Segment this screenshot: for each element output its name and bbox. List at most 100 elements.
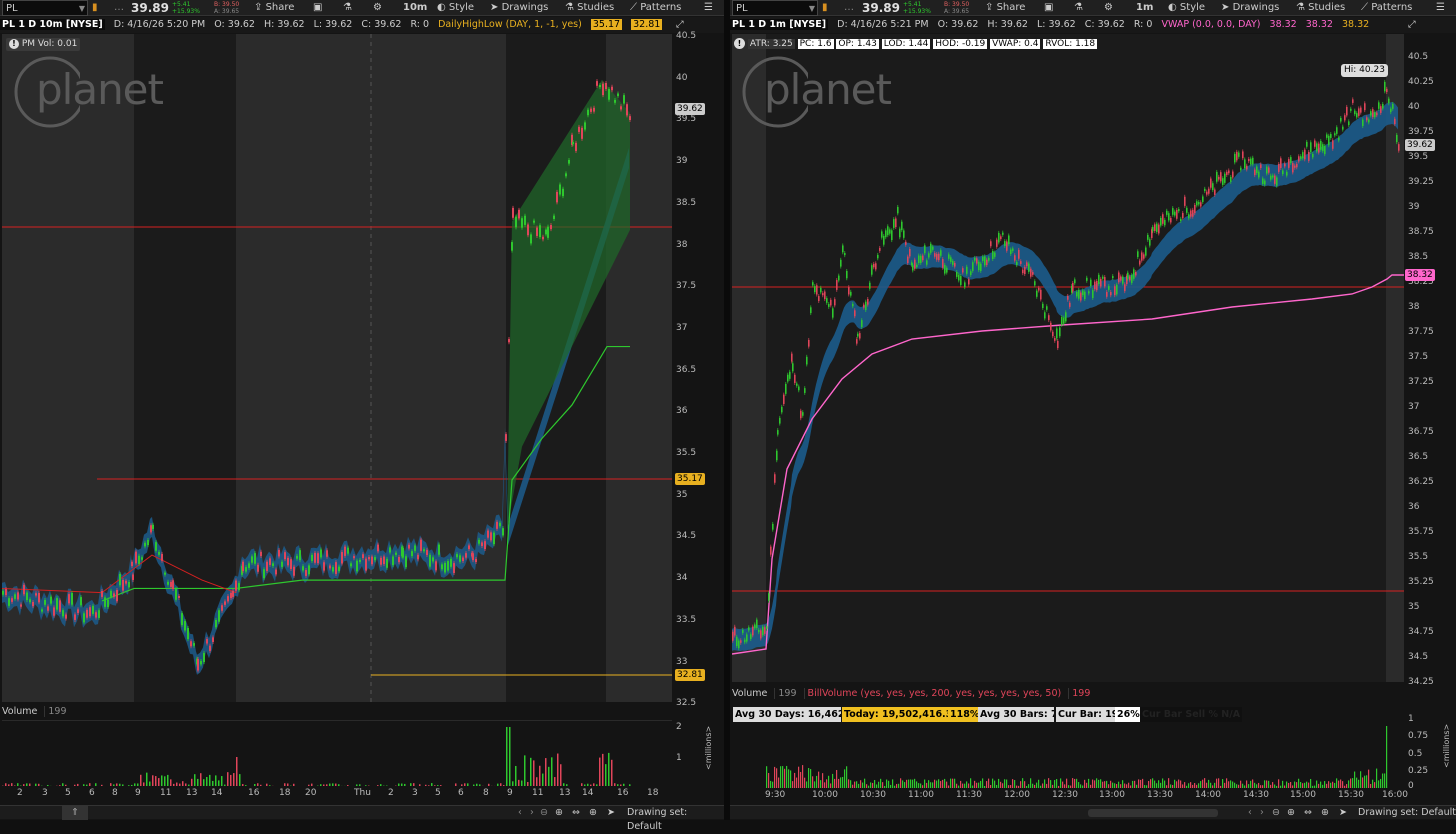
left-chart-title[interactable]: PL 1 D 10m [NYSE] <box>0 19 105 30</box>
right-drawings-button[interactable]: ➤ Drawings <box>1221 0 1279 16</box>
crosshair-icon[interactable]: ⊕ <box>1321 806 1329 820</box>
left-layout-icon[interactable]: ▣ <box>313 0 322 16</box>
volume-bar <box>1164 781 1165 788</box>
candle-body <box>887 226 889 235</box>
left-symbol-field[interactable]: PL ▼ <box>2 0 88 16</box>
right-studies-button[interactable]: ⚗ Studies <box>1296 0 1345 16</box>
link-icon[interactable]: ▮ <box>822 0 828 16</box>
candle-body <box>1326 134 1328 137</box>
left-time-axis[interactable]: 235689111314161820Thu2356891113141618 <box>2 788 672 802</box>
right-volume-study[interactable]: BillVolume (yes, yes, yes, 200, yes, yes… <box>804 688 1062 699</box>
right-volume-chart[interactable] <box>732 723 1404 788</box>
right-drawing-set[interactable]: Drawing set: Default <box>1358 806 1456 820</box>
volume-bar <box>1228 781 1229 788</box>
candle-body <box>1090 280 1092 287</box>
right-price-tick: 36.75 <box>1408 427 1434 437</box>
chevron-down-icon[interactable]: ▼ <box>79 1 85 17</box>
candle-body <box>920 256 922 263</box>
left-drawings-button[interactable]: ➤ Drawings <box>490 0 548 16</box>
pointer-icon[interactable]: ➤ <box>607 806 615 820</box>
left-menu-icon[interactable]: ☰ <box>704 0 713 16</box>
volume-bar <box>1256 784 1257 788</box>
right-volume-label[interactable]: Volume <box>732 688 767 699</box>
link-icon[interactable]: ▮ <box>92 0 98 16</box>
right-share-button[interactable]: ⇪ Share <box>985 0 1025 16</box>
left-price-chart[interactable] <box>2 34 672 702</box>
candle-body <box>1198 202 1200 204</box>
afterhours-shade <box>1386 34 1404 682</box>
right-flask-icon[interactable]: ⚗ <box>1074 0 1083 16</box>
left-hdr-study[interactable]: DailyHighLow (DAY, 1, -1, yes) <box>438 19 582 30</box>
volume-bar <box>1188 783 1189 788</box>
right-price-tick: 34.5 <box>1408 652 1428 662</box>
left-flask-icon[interactable]: ⚗ <box>343 0 352 16</box>
right-chart-title[interactable]: PL 1 D 1m [NYSE] <box>730 19 828 30</box>
crosshair-icon[interactable]: ⊕ <box>589 806 597 820</box>
right-time-axis[interactable]: 9:3010:0010:3011:0011:3012:0012:3013:001… <box>732 790 1404 804</box>
left-share-button[interactable]: ⇪ Share <box>254 0 294 16</box>
right-patterns-button[interactable]: ⟋ Patterns <box>1361 0 1412 16</box>
left-volume-label[interactable]: Volume <box>2 706 37 717</box>
candle-body <box>296 556 298 559</box>
left-volume-value: 199 <box>44 706 66 717</box>
volume-bar <box>515 766 517 786</box>
left-volume-chart[interactable] <box>2 720 672 786</box>
left-gear-icon[interactable]: ⚙ <box>373 0 382 16</box>
candle-body <box>794 375 796 383</box>
avg30-bars-stat: Avg 30 Bars: 768 <box>978 707 1054 722</box>
right-menu-icon[interactable]: ☰ <box>1436 0 1445 16</box>
pan-icon[interactable]: ⇔ <box>1304 806 1312 820</box>
horizontal-scrollbar[interactable] <box>1088 809 1218 817</box>
chevron-down-icon[interactable]: ▼ <box>809 1 815 17</box>
left-patterns-button[interactable]: ⟋ Patterns <box>630 0 681 16</box>
candle-body <box>834 299 836 305</box>
right-interval-button[interactable]: 1m <box>1136 0 1153 16</box>
zoom-out-icon[interactable]: ⊖ <box>1272 806 1280 820</box>
candle-body <box>1028 264 1030 272</box>
more-icon[interactable]: … <box>114 0 124 16</box>
more-icon[interactable]: … <box>844 0 854 16</box>
volume-bar <box>866 784 867 788</box>
left-scroll-right-icon[interactable]: › <box>530 806 534 820</box>
candle-body <box>170 582 172 587</box>
volume-bar <box>320 784 322 786</box>
volume-bar <box>254 784 256 786</box>
zoom-out-icon[interactable]: ⊖ <box>540 806 548 820</box>
left-interval-button[interactable]: 10m <box>403 0 427 16</box>
volume-bar <box>1170 784 1171 788</box>
volume-bar <box>938 779 939 788</box>
right-hdr-study[interactable]: VWAP (0.0, 0.0, DAY) <box>1161 19 1260 30</box>
left-studies-button[interactable]: ⚗ Studies <box>565 0 614 16</box>
volume-bar <box>1248 784 1249 788</box>
right-gear-icon[interactable]: ⚙ <box>1104 0 1113 16</box>
volume-bar <box>1128 783 1129 788</box>
candle-body <box>924 245 926 253</box>
right-price-chart[interactable] <box>732 34 1404 682</box>
candle-body <box>380 558 382 565</box>
candle-body <box>74 614 76 620</box>
right-scroll-right-icon[interactable]: › <box>1260 806 1264 820</box>
pan-icon[interactable]: ⇔ <box>572 806 580 820</box>
right-style-button[interactable]: ◐ Style <box>1168 0 1205 16</box>
left-style-button[interactable]: ◐ Style <box>437 0 474 16</box>
candle-body <box>438 545 440 555</box>
left-price-axis[interactable]: 40.54039.53938.53837.53736.53635.53534.5… <box>672 34 724 702</box>
left-scroll-left-icon[interactable]: ‹ <box>518 806 522 820</box>
candle-body <box>338 567 340 571</box>
candle-body <box>877 255 879 258</box>
candle-body <box>553 216 555 219</box>
right-symbol-field[interactable]: PL ▼ <box>732 0 818 16</box>
zoom-in-icon[interactable]: ⊕ <box>1287 806 1295 820</box>
candle-body <box>986 260 988 265</box>
pointer-icon[interactable]: ➤ <box>1339 806 1347 820</box>
zoom-in-icon[interactable]: ⊕ <box>555 806 563 820</box>
right-price-axis[interactable]: 40.540.254039.7539.539.253938.7538.538.2… <box>1404 34 1456 682</box>
candle-body <box>978 262 980 270</box>
collapse-icon[interactable]: ⇑ <box>62 806 88 820</box>
left-drawing-set[interactable]: Drawing set: Default <box>627 806 724 834</box>
volume-bar <box>1046 784 1047 788</box>
right-scroll-left-icon[interactable]: ‹ <box>1248 806 1252 820</box>
expand-icon[interactable]: ⤢ <box>1408 17 1416 33</box>
right-layout-icon[interactable]: ▣ <box>1044 0 1053 16</box>
right-price-tick: 35 <box>1408 602 1419 612</box>
